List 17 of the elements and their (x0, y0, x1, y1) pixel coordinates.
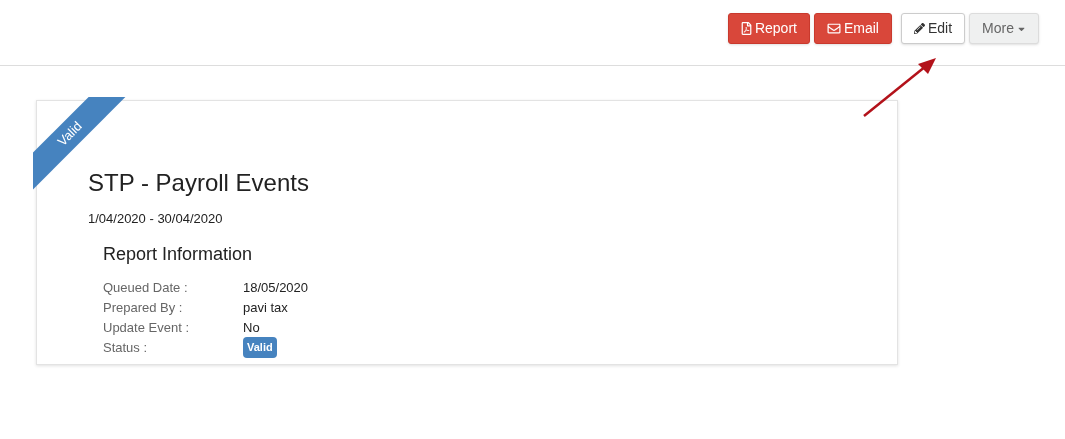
status-badge: Valid (243, 337, 277, 358)
field-label: Status : (103, 338, 149, 357)
toolbar-button[interactable]: Report (727, 13, 810, 44)
toolbar-button[interactable]: Email (813, 13, 892, 44)
field-value: 18/05/2020 (243, 278, 309, 297)
pencil-icon (913, 23, 925, 34)
more-dropdown-button[interactable]: More (969, 13, 1039, 44)
section-title: Report Information (103, 242, 254, 266)
pdf-file-icon (740, 22, 752, 35)
field-label: Update Event : (103, 318, 190, 337)
envelope-icon (826, 22, 841, 35)
report-period: 1/04/2020 - 30/04/2020 (88, 210, 224, 228)
field-label: Prepared By : (103, 298, 184, 317)
field-label: Queued Date : (103, 278, 189, 297)
field-value: No (243, 318, 260, 337)
toolbar-button[interactable]: Edit (900, 13, 966, 44)
field-value: pavi tax (243, 298, 288, 317)
